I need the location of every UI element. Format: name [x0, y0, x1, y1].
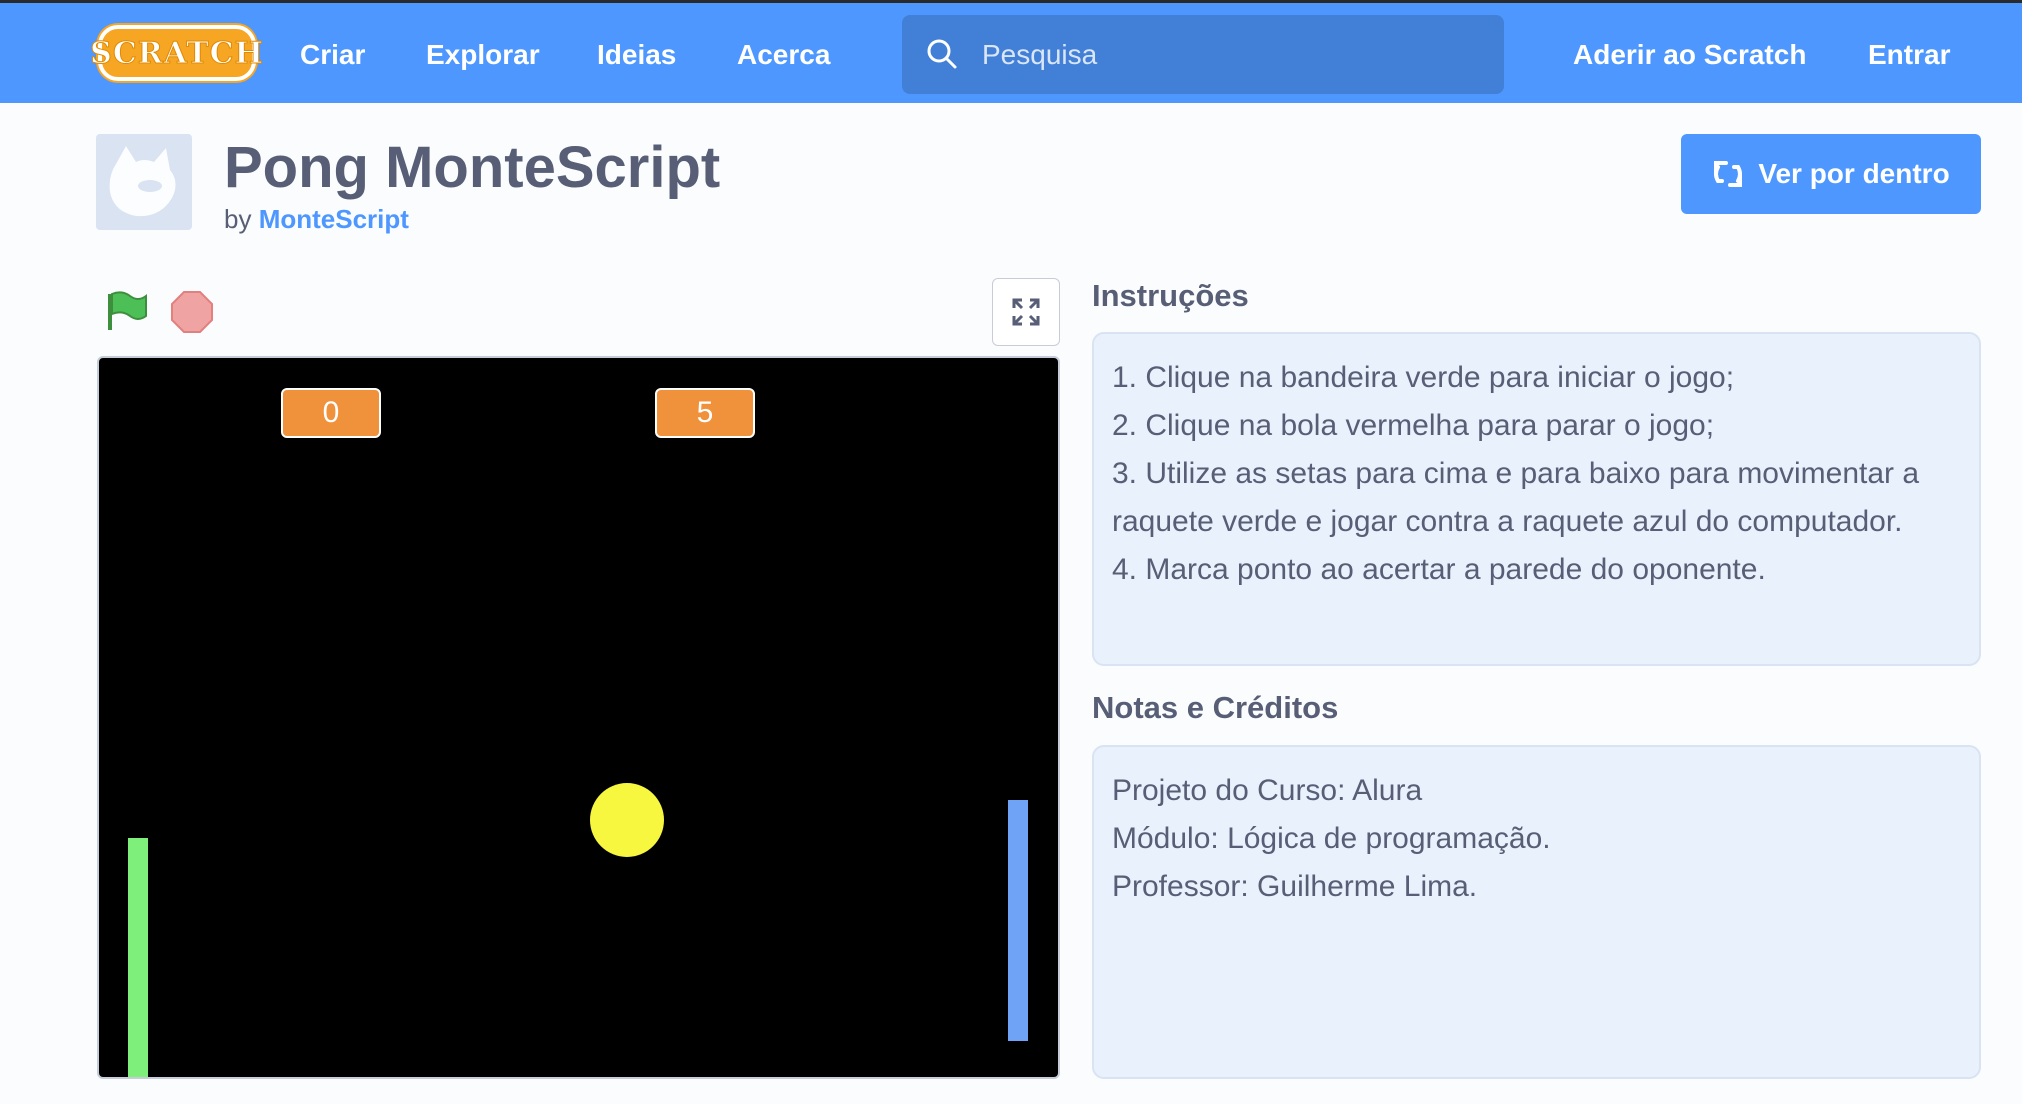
see-inside-label: Ver por dentro [1758, 158, 1950, 189]
instructions-line: 4. Marca ponto ao acertar a parede do op… [1112, 553, 1766, 586]
game-stage[interactable]: 0 5 [97, 356, 1060, 1079]
notes-heading: Notas e Créditos [1092, 690, 1339, 725]
notes-line: Projeto do Curso: Alura [1112, 774, 1423, 807]
score-right: 5 [655, 388, 755, 438]
instructions-heading: Instruções [1092, 278, 1249, 313]
nav-about[interactable]: Acerca [737, 25, 830, 85]
sign-in-link[interactable]: Entrar [1868, 25, 1950, 85]
score-left: 0 [281, 388, 381, 438]
author-link[interactable]: MonteScript [259, 204, 409, 234]
search-icon [927, 39, 957, 69]
fullscreen-button[interactable] [992, 278, 1060, 346]
blue-paddle [1008, 800, 1028, 1041]
top-nav: SCRATCH Criar Explorar Ideias Acerca Ade… [0, 0, 2022, 103]
by-label: by [224, 204, 252, 234]
nav-explore[interactable]: Explorar [426, 25, 540, 85]
search-input[interactable] [982, 15, 1482, 94]
instructions-line: 1. Clique na bandeira verde para iniciar… [1112, 361, 1735, 394]
green-paddle [128, 838, 148, 1077]
instructions-line: 2. Clique na bola vermelha para parar o … [1112, 409, 1715, 442]
instructions-panel: 1. Clique na bandeira verde para iniciar… [1092, 332, 1981, 666]
notes-line: Módulo: Lógica de programação. [1112, 822, 1551, 855]
logo-text: SCRATCH [90, 35, 264, 71]
fullscreen-icon [1012, 298, 1040, 326]
notes-panel: Projeto do Curso: Alura Módulo: Lógica d… [1092, 745, 1981, 1079]
green-flag-icon[interactable] [106, 290, 150, 332]
see-inside-button[interactable]: Ver por dentro [1681, 134, 1981, 214]
scratch-logo[interactable]: SCRATCH [90, 25, 263, 81]
stop-sign-icon[interactable] [170, 290, 214, 334]
remix-icon [1714, 161, 1743, 187]
nav-create[interactable]: Criar [300, 25, 365, 85]
join-scratch-link[interactable]: Aderir ao Scratch [1573, 25, 1806, 85]
author-avatar[interactable] [96, 134, 192, 230]
byline: by MonteScript [224, 204, 409, 235]
nav-ideas[interactable]: Ideias [597, 25, 676, 85]
notes-line: Professor: Guilherme Lima. [1112, 870, 1478, 903]
project-title: Pong MonteScript [224, 135, 721, 200]
ball [590, 783, 664, 857]
instructions-line: 3. Utilize as setas para cima e para bai… [1112, 457, 1920, 538]
search-box[interactable] [902, 15, 1504, 94]
